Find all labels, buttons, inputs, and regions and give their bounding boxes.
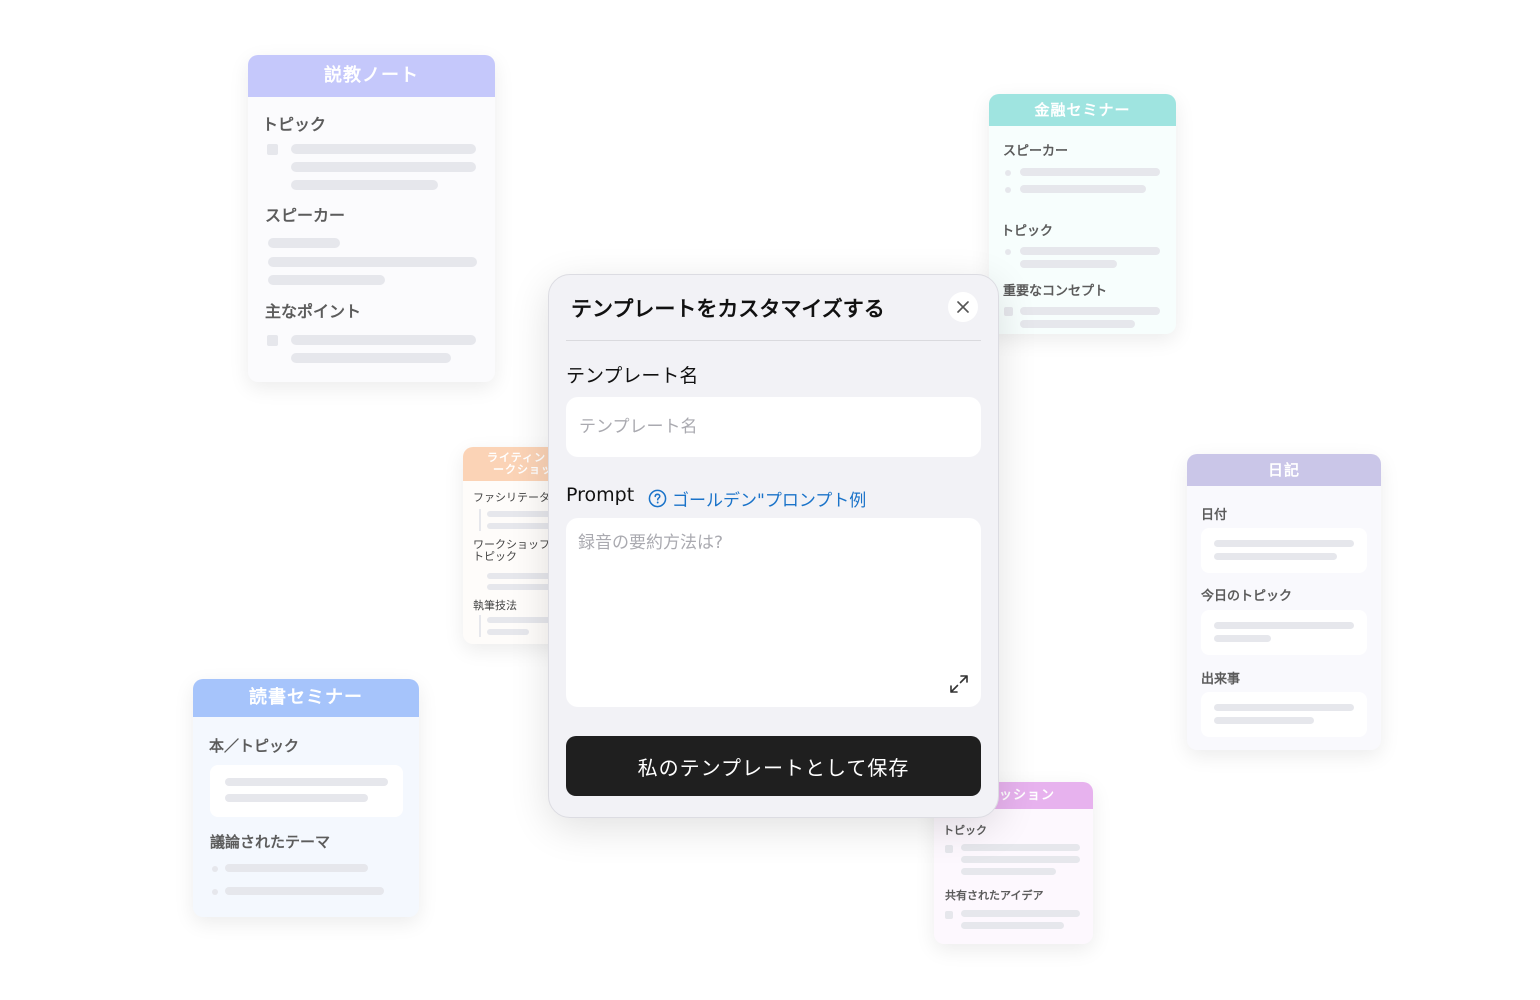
placeholder-line <box>1214 553 1337 560</box>
placeholder-line <box>225 887 384 895</box>
placeholder-line <box>1214 540 1354 547</box>
placeholder-rule <box>479 509 481 531</box>
sermon-notes-card-title: 説教ノート <box>248 55 495 97</box>
dialog-divider <box>566 340 981 341</box>
placeholder-line <box>268 238 340 248</box>
placeholder-line <box>291 353 451 363</box>
golden-prompt-link-text[interactable]: ゴールデン"プロンプト例 <box>672 486 866 511</box>
placeholder-line <box>1020 260 1117 268</box>
placeholder-line <box>1214 717 1314 724</box>
placeholder-box <box>1201 610 1367 655</box>
finance-seminar-card: 金融セミナー スピーカー トピック 重要なコンセプト <box>989 94 1176 334</box>
sermon-main-points-label: 主なポイント <box>265 302 362 321</box>
placeholder-line <box>961 922 1064 929</box>
placeholder-bullet <box>1005 170 1011 176</box>
placeholder-checkbox <box>945 845 953 853</box>
help-circle-icon <box>648 489 667 508</box>
finance-key-concepts-label: 重要なコンセプト <box>1003 284 1108 299</box>
placeholder-bullet <box>212 889 218 895</box>
placeholder-checkbox <box>945 911 953 919</box>
close-button[interactable] <box>948 292 978 322</box>
expand-icon <box>950 675 968 693</box>
customize-template-dialog: テンプレートをカスタマイズする テンプレート名 Prompt ゴールデン"プロン… <box>548 274 999 818</box>
writing-topic-line2: トピック <box>473 550 517 563</box>
sermon-topic-label: トピック <box>262 115 327 134</box>
placeholder-line <box>225 864 368 872</box>
placeholder-line <box>291 180 438 190</box>
sermon-speaker-label: スピーカー <box>265 206 346 225</box>
prompt-label: Prompt <box>566 484 635 506</box>
placeholder-line <box>291 162 476 172</box>
placeholder-line <box>961 910 1080 917</box>
diary-date-label: 日付 <box>1201 508 1228 523</box>
reading-themes-label: 議論されたテーマ <box>210 833 331 851</box>
placeholder-line <box>1020 247 1160 255</box>
placeholder-box <box>210 765 403 817</box>
writing-topic-label: ワークショッフ トピック <box>473 539 550 563</box>
placeholder-box <box>1201 528 1367 573</box>
session-shared-ideas-label: 共有されたアイデア <box>945 889 1044 902</box>
sermon-notes-card: 説教ノート トピック スピーカー 主なポイント <box>248 55 495 382</box>
reading-seminar-card-title: 読書セミナー <box>193 679 419 717</box>
placeholder-line <box>961 868 1056 875</box>
placeholder-rule <box>479 615 481 637</box>
golden-prompt-examples-link[interactable]: ゴールデン"プロンプト例 <box>648 486 866 511</box>
diary-card-title: 日記 <box>1187 454 1381 486</box>
placeholder-bullet <box>1005 187 1011 193</box>
placeholder-line <box>961 844 1080 851</box>
finance-topic-label: トピック <box>1001 224 1054 239</box>
placeholder-line <box>1214 704 1354 711</box>
placeholder-line <box>291 144 476 154</box>
placeholder-line <box>487 629 529 635</box>
placeholder-line <box>225 794 368 802</box>
diary-card: 日記 日付 今日のトピック 出来事 <box>1187 454 1381 750</box>
reading-book-topic-label: 本／トピック <box>209 737 300 755</box>
prompt-textarea[interactable] <box>566 518 981 707</box>
placeholder-line <box>1214 635 1271 642</box>
placeholder-line <box>1020 307 1160 315</box>
placeholder-line <box>1020 185 1146 193</box>
writing-facilitator-label: ファシリテータ <box>473 491 550 504</box>
template-name-label: テンプレート名 <box>566 365 699 387</box>
placeholder-checkbox <box>267 144 278 155</box>
expand-button[interactable] <box>947 672 971 696</box>
placeholder-line <box>1020 168 1160 176</box>
close-icon <box>957 301 969 313</box>
finance-seminar-card-title: 金融セミナー <box>989 94 1176 126</box>
diary-events-label: 出来事 <box>1201 672 1241 687</box>
placeholder-bullet <box>1005 249 1011 255</box>
placeholder-line <box>1020 320 1135 328</box>
placeholder-line <box>1214 622 1354 629</box>
finance-speaker-label: スピーカー <box>1003 144 1069 159</box>
diary-today-topic-label: 今日のトピック <box>1201 589 1293 604</box>
writing-technique-label: 執筆技法 <box>473 599 517 612</box>
template-name-input[interactable] <box>566 397 981 457</box>
placeholder-line <box>291 335 476 345</box>
dialog-title: テンプレートをカスタマイズする <box>571 297 885 321</box>
placeholder-checkbox <box>1004 307 1013 316</box>
placeholder-line <box>268 275 385 285</box>
placeholder-checkbox <box>267 335 278 346</box>
placeholder-box <box>1201 692 1367 737</box>
placeholder-bullet <box>212 866 218 872</box>
save-as-my-template-button[interactable]: 私のテンプレートとして保存 <box>566 736 981 796</box>
reading-seminar-card: 読書セミナー 本／トピック 議論されたテーマ <box>193 679 419 917</box>
session-topic-label: トピック <box>943 824 987 837</box>
placeholder-line <box>268 257 477 267</box>
placeholder-line <box>961 856 1080 863</box>
placeholder-line <box>225 778 388 786</box>
